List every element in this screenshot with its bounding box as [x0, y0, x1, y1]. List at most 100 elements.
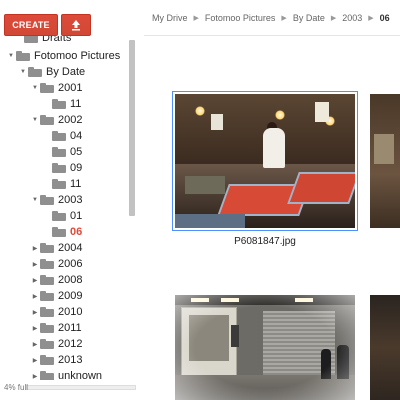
- expand-arrow-icon[interactable]: ▶: [30, 275, 40, 285]
- folder-tree: Drafts ▼ Fotomoo Pictures ▼ By Date ▼ 20…: [0, 36, 128, 380]
- folder-icon: [40, 323, 54, 333]
- tree-item-2002-11[interactable]: 11: [52, 176, 81, 192]
- expand-arrow-icon[interactable]: ▼: [30, 83, 40, 93]
- folder-icon: [40, 275, 54, 285]
- folder-icon: [40, 195, 54, 205]
- tree-item-label: 2008: [58, 274, 83, 286]
- tree-item-by-date[interactable]: ▼ By Date: [18, 64, 85, 80]
- tree-item-label: 01: [70, 210, 83, 222]
- tree-item-label: 11: [70, 178, 82, 190]
- tree-item-label: 2012: [58, 338, 83, 350]
- folder-icon: [40, 339, 54, 349]
- folder-icon: [40, 115, 54, 125]
- breadcrumb-2003[interactable]: 2003: [342, 13, 362, 23]
- tree-item-2003-06[interactable]: 06: [52, 224, 82, 240]
- breadcrumb-fotomoo-pictures[interactable]: Fotomoo Pictures: [205, 13, 276, 23]
- photo-thumbnail-partial[interactable]: [370, 94, 400, 228]
- tree-item-2003-01[interactable]: 01: [52, 208, 82, 224]
- breadcrumb-my-drive[interactable]: My Drive: [152, 13, 188, 23]
- tree-item-label: 2003: [58, 194, 83, 206]
- create-button[interactable]: CREATE: [4, 14, 58, 36]
- tree-item-2002-09[interactable]: 09: [52, 160, 82, 176]
- tree-item-label: By Date: [46, 66, 86, 78]
- folder-icon: [28, 67, 42, 77]
- expand-arrow-icon[interactable]: ▶: [30, 339, 40, 349]
- expand-arrow-icon[interactable]: ▶: [30, 323, 40, 333]
- expand-arrow-icon[interactable]: ▶: [30, 243, 40, 253]
- tree-item-label: 05: [70, 146, 83, 158]
- breadcrumb: My Drive ▶ Fotomoo Pictures ▶ By Date ▶ …: [144, 0, 400, 36]
- folder-icon: [40, 371, 54, 380]
- photo-thumbnail-fish-market[interactable]: [175, 94, 355, 228]
- tree-item-label: unknown: [58, 370, 103, 380]
- tree-item-2008[interactable]: ▶ 2008: [30, 272, 83, 288]
- photo-thumbnail-truck[interactable]: [175, 295, 355, 400]
- expand-arrow-icon[interactable]: ▼: [6, 51, 16, 61]
- chevron-right-icon: ▶: [368, 14, 374, 22]
- tree-item-label: 09: [70, 162, 83, 174]
- folder-icon: [40, 355, 54, 365]
- tree-item-2002-05[interactable]: 05: [52, 144, 82, 160]
- tree-item-2001-11[interactable]: 11: [52, 96, 81, 112]
- tree-item-2002[interactable]: ▼ 2002: [30, 112, 82, 128]
- expand-arrow-icon[interactable]: ▼: [30, 115, 40, 125]
- photo-thumbnail-partial-bottom[interactable]: [370, 295, 400, 400]
- expand-arrow-icon[interactable]: ▶: [30, 371, 40, 380]
- tree-item-partial[interactable]: Drafts: [24, 36, 71, 46]
- chevron-right-icon: ▶: [193, 14, 199, 22]
- tree-item-2001[interactable]: ▼ 2001: [30, 80, 82, 96]
- folder-icon: [40, 307, 54, 317]
- sidebar-scrollbar[interactable]: [129, 40, 135, 216]
- breadcrumb-by-date[interactable]: By Date: [293, 13, 325, 23]
- tree-item-2006[interactable]: ▶ 2006: [30, 256, 83, 272]
- folder-icon: [52, 99, 66, 109]
- folder-icon: [40, 259, 54, 269]
- file-name-label[interactable]: P6081847.jpg: [172, 236, 358, 247]
- tree-item-label: Fotomoo Pictures: [34, 50, 121, 62]
- expand-arrow-icon[interactable]: ▼: [30, 195, 40, 205]
- tree-item-2012[interactable]: ▶ 2012: [30, 336, 83, 352]
- tree-item-label: 11: [70, 98, 82, 110]
- folder-icon: [52, 163, 66, 173]
- tree-item-2002-04[interactable]: 04: [52, 128, 82, 144]
- tree-item-unknown[interactable]: ▶ unknown: [30, 368, 102, 380]
- folder-icon: [24, 36, 38, 43]
- tree-item-label: 2009: [58, 290, 83, 302]
- tree-item-2011[interactable]: ▶ 2011: [30, 320, 82, 336]
- folder-icon: [40, 83, 54, 93]
- folder-icon: [52, 179, 66, 189]
- tree-item-label: 2010: [58, 306, 83, 318]
- expand-arrow-icon[interactable]: ▶: [30, 259, 40, 269]
- tree-item-2010[interactable]: ▶ 2010: [30, 304, 83, 320]
- expand-arrow-icon[interactable]: ▶: [30, 355, 40, 365]
- tree-item-label: 2013: [58, 354, 83, 366]
- breadcrumb-current: 06: [379, 12, 390, 23]
- tree-item-label: Drafts: [42, 36, 72, 44]
- expand-arrow-icon[interactable]: ▶: [30, 307, 40, 317]
- tree-item-label: 2006: [58, 258, 83, 270]
- tree-item-2003[interactable]: ▼ 2003: [30, 192, 82, 208]
- folder-icon: [52, 147, 66, 157]
- tree-item-label: 2011: [58, 322, 82, 334]
- tree-item-2013[interactable]: ▶ 2013: [30, 352, 83, 368]
- tree-item-label: 2004: [58, 242, 83, 254]
- tree-item-2004[interactable]: ▶ 2004: [30, 240, 83, 256]
- folder-icon: [40, 243, 54, 253]
- folder-icon: [52, 131, 66, 141]
- upload-icon: [72, 20, 80, 31]
- upload-button[interactable]: [61, 14, 91, 36]
- folder-icon: [52, 211, 66, 221]
- tree-item-label: 06: [70, 226, 83, 238]
- expand-arrow-icon[interactable]: ▶: [30, 291, 40, 301]
- folder-icon: [52, 227, 66, 237]
- expand-arrow-icon[interactable]: ▼: [18, 67, 28, 77]
- tree-item-fotomoo-pictures[interactable]: ▼ Fotomoo Pictures: [6, 48, 120, 64]
- quota-bar: [26, 385, 136, 390]
- folder-icon: [16, 51, 30, 61]
- tree-item-2009[interactable]: ▶ 2009: [30, 288, 83, 304]
- tree-item-label: 2001: [58, 82, 83, 94]
- sidebar: CREATE Drafts ▼ Fotomoo Pictures ▼ By Da…: [0, 0, 140, 400]
- chevron-right-icon: ▶: [330, 14, 337, 22]
- tree-item-label: 2002: [58, 114, 83, 126]
- tree-item-label: 04: [70, 130, 83, 142]
